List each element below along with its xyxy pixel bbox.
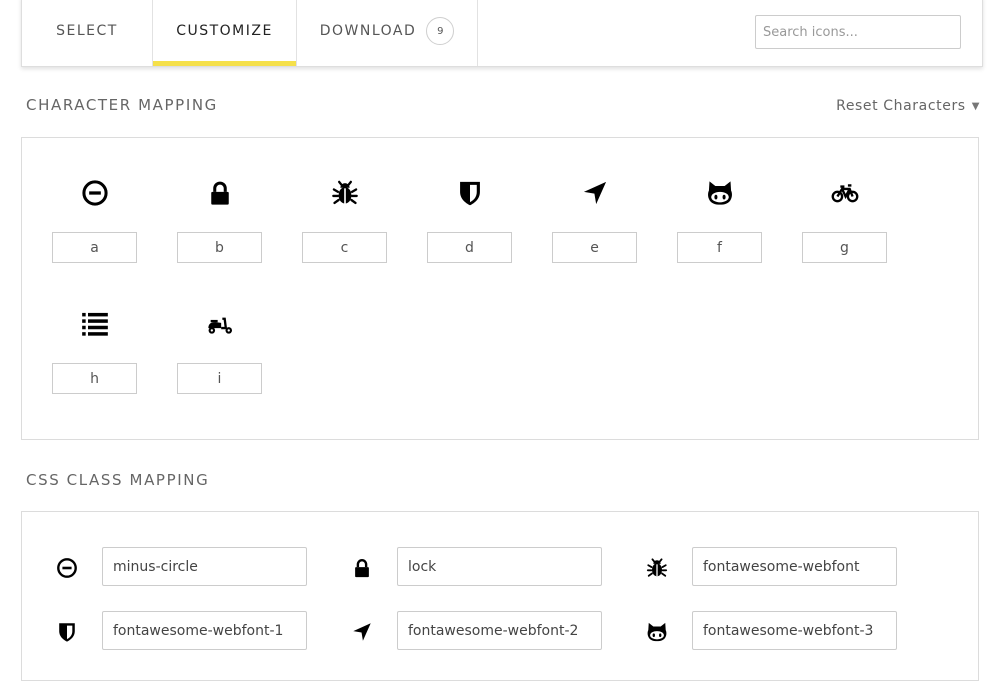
char-input[interactable] [677, 232, 762, 263]
css-class-input[interactable] [692, 611, 897, 650]
shield-icon [54, 619, 80, 645]
lock-icon [177, 173, 263, 213]
tab-select[interactable]: SELECT [22, 0, 152, 66]
character-mapping-title: CHARACTER MAPPING [26, 96, 218, 114]
glyph-cell [552, 173, 638, 263]
tab-download-label: DOWNLOAD [319, 23, 417, 39]
char-input[interactable] [52, 232, 137, 263]
char-input[interactable] [52, 363, 137, 394]
minus-circle-icon [54, 555, 80, 581]
character-mapping-panel [21, 137, 979, 440]
glyph-cell [177, 304, 263, 394]
char-input[interactable] [427, 232, 512, 263]
minus-circle-icon [52, 173, 138, 213]
css-class-input[interactable] [102, 611, 307, 650]
tab-customize[interactable]: CUSTOMIZE [152, 0, 297, 66]
css-class-mapping-title: CSS CLASS MAPPING [26, 471, 210, 489]
css-class-mapping-panel [21, 511, 979, 681]
reset-characters-label: Reset Characters [836, 98, 966, 114]
search-input[interactable] [755, 15, 961, 49]
glyph-cell [52, 304, 138, 394]
tab-select-label: SELECT [56, 23, 118, 39]
glyph-cell [177, 173, 263, 263]
tab-download[interactable]: DOWNLOAD 9 [297, 0, 478, 66]
shield-icon [427, 173, 513, 213]
bicycle-icon [802, 173, 888, 213]
caret-down-icon: ▼ [971, 100, 980, 112]
lock-icon [349, 555, 375, 581]
css-class-input[interactable] [692, 547, 897, 586]
reset-characters-button[interactable]: Reset Characters ▼ [836, 98, 980, 114]
github-cat-icon [677, 173, 763, 213]
tab-customize-label: CUSTOMIZE [176, 23, 273, 39]
location-arrow-icon [349, 619, 375, 645]
css-class-input[interactable] [397, 547, 602, 586]
glyph-cell [427, 173, 513, 263]
char-input[interactable] [802, 232, 887, 263]
list-icon [52, 304, 138, 344]
download-count-badge: 9 [426, 17, 455, 45]
glyph-cell [802, 173, 888, 263]
github-cat-icon [644, 619, 670, 645]
css-class-input[interactable] [397, 611, 602, 650]
location-arrow-icon [552, 173, 638, 213]
glyph-cell [302, 173, 388, 263]
char-input[interactable] [177, 363, 262, 394]
char-input[interactable] [177, 232, 262, 263]
bug-icon [644, 555, 670, 581]
scooter-icon [177, 304, 263, 344]
char-input[interactable] [552, 232, 637, 263]
glyph-cell [52, 173, 138, 263]
css-class-input[interactable] [102, 547, 307, 586]
glyph-cell [677, 173, 763, 263]
char-input[interactable] [302, 232, 387, 263]
top-tab-bar: SELECT CUSTOMIZE DOWNLOAD 9 [21, 0, 983, 67]
bug-icon [302, 173, 388, 213]
